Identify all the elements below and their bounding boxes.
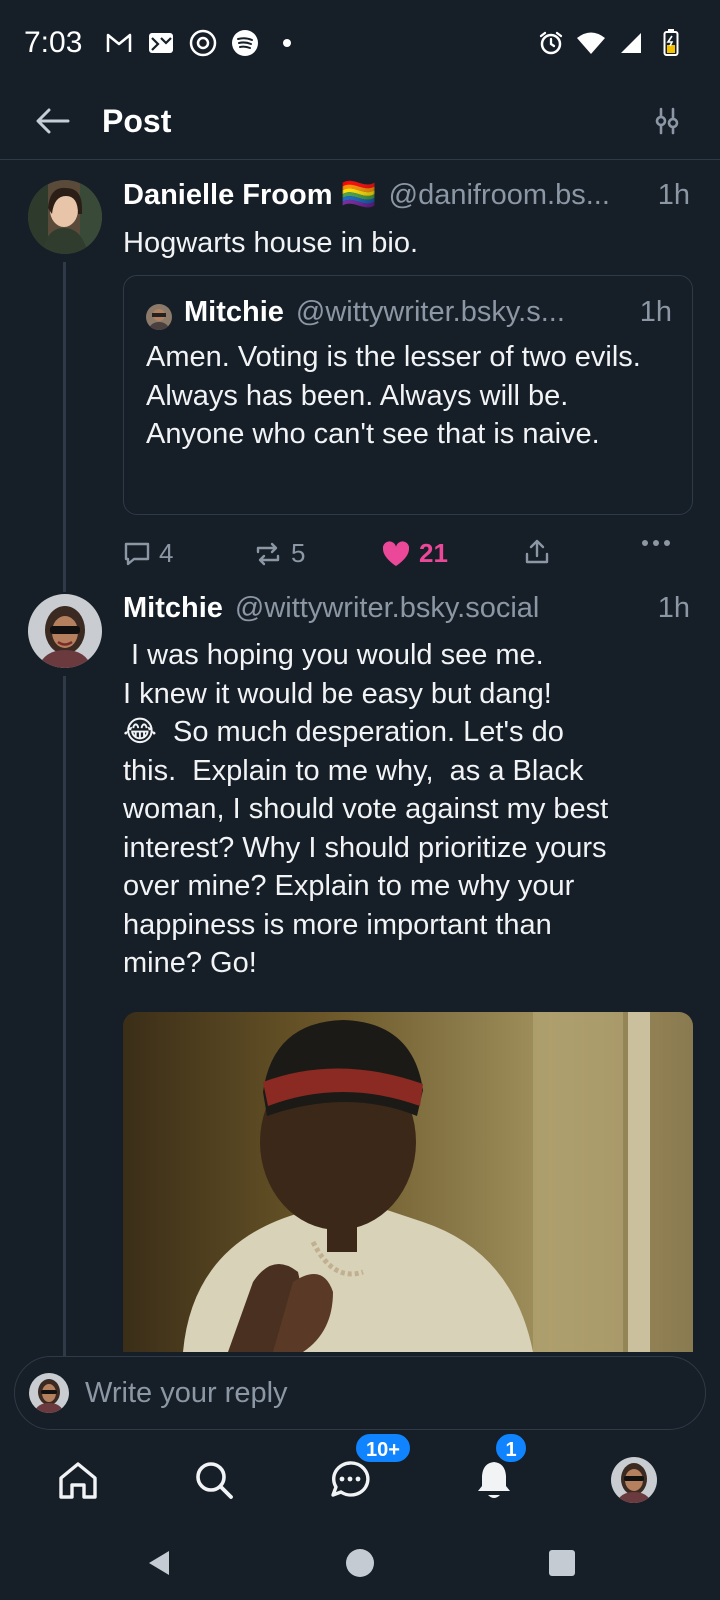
home-icon [59, 1462, 97, 1499]
search-icon [196, 1462, 233, 1499]
bell-icon [478, 1462, 510, 1498]
notifications-badge: 1 [494, 1432, 528, 1464]
text-line: mine? Go! [123, 947, 257, 979]
chat-badge: 10+ [354, 1432, 412, 1464]
chat-icon [331, 1461, 370, 1497]
current-user-avatar [29, 1373, 69, 1413]
system-back-button[interactable] [134, 1538, 184, 1588]
reply-input-placeholder[interactable]: Write your reply [85, 1377, 288, 1410]
text-line: 😂 So much desperation. Let's do [123, 716, 564, 748]
avatar [611, 1457, 657, 1503]
gif-embed[interactable] [123, 1012, 693, 1352]
system-home-button[interactable] [335, 1538, 385, 1588]
reply-composer[interactable]: Write your reply [14, 1356, 706, 1430]
system-recents-button[interactable] [537, 1538, 587, 1588]
square-recents-icon [549, 1550, 575, 1576]
triangle-back-icon [149, 1551, 169, 1575]
author-name[interactable]: Mitchie [123, 592, 223, 625]
bottom-navigation: 10+ 1 [0, 1432, 720, 1528]
nav-search[interactable] [182, 1448, 246, 1512]
text-line: happiness is more important than [123, 908, 552, 941]
thread-line [63, 676, 66, 1356]
post-header: Mitchie @wittywriter.bsky.social 1h [123, 592, 690, 632]
text-line: I was hoping you would see me. [123, 639, 544, 671]
text-line: woman, I should vote against my best [123, 793, 609, 825]
text-line: over mine? Explain to me why your [123, 870, 575, 902]
circle-home-icon [346, 1549, 374, 1577]
avatar[interactable] [28, 594, 102, 668]
text-line: I knew it would be easy but dang! [123, 677, 552, 710]
nav-home[interactable] [46, 1448, 110, 1512]
nav-profile[interactable] [602, 1448, 666, 1512]
reply-post[interactable]: Mitchie @wittywriter.bsky.social 1h I wa… [0, 0, 720, 1360]
post-time[interactable]: 1h [658, 592, 690, 625]
text-line: this. Explain to me why, as a Black [123, 754, 584, 787]
text-line: interest? Why I should prioritize yours [123, 831, 607, 864]
post-text: I was hoping you would see me. I knew it… [123, 636, 700, 983]
android-navigation-bar [0, 1528, 720, 1600]
author-handle[interactable]: @wittywriter.bsky.social [235, 592, 650, 625]
gif-image [123, 1012, 693, 1352]
